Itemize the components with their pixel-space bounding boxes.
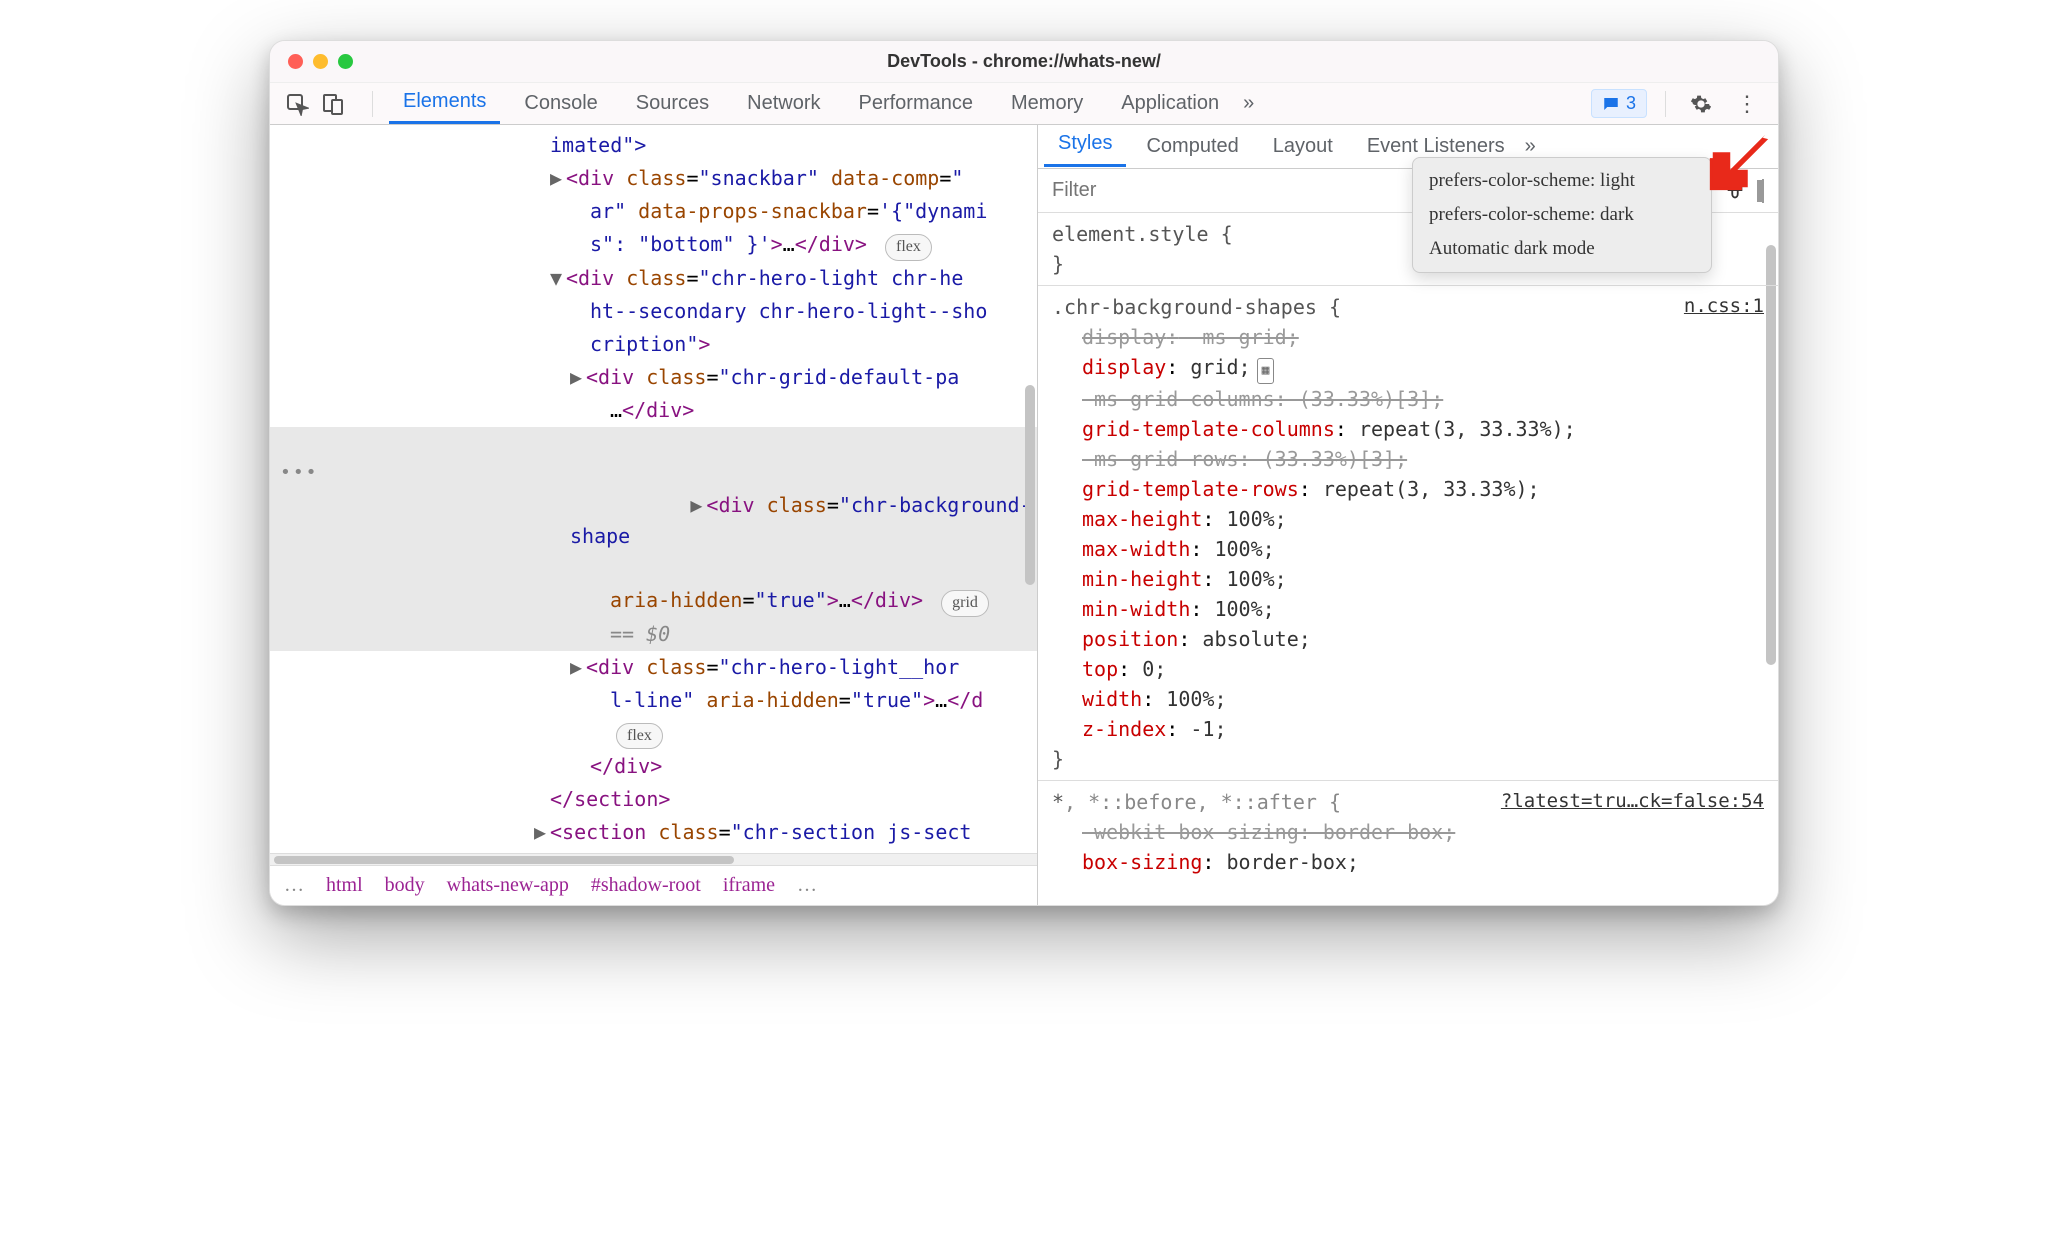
css-prop[interactable]: grid-template-columns: repeat(3, 33.33%)… [1052, 414, 1764, 444]
divider [1665, 91, 1666, 117]
dom-close-section: </section> [550, 787, 670, 811]
titlebar: DevTools - chrome://whats-new/ [270, 41, 1778, 83]
css-prop[interactable]: z-index: -1; [1052, 714, 1764, 744]
rule-close: } [1052, 744, 1764, 774]
styles-filter-input[interactable] [1052, 179, 1332, 202]
issues-count: 3 [1626, 93, 1636, 114]
main-tabbar: Elements Console Sources Network Perform… [270, 83, 1778, 125]
styles-tab-styles[interactable]: Styles [1044, 126, 1126, 167]
breadcrumb: … html body whats-new-app #shadow-root i… [270, 865, 1037, 905]
css-prop[interactable]: box-sizing: border-box; [1052, 847, 1764, 877]
breadcrumb-item[interactable]: #shadow-root [591, 874, 701, 897]
breadcrumb-item[interactable]: html [326, 874, 363, 897]
issues-icon [1602, 95, 1620, 113]
window-title: DevTools - chrome://whats-new/ [270, 51, 1778, 72]
css-prop[interactable]: min-height: 100%; [1052, 564, 1764, 594]
rule-background-shapes: .chr-background-shapes { n.css:1 display… [1038, 286, 1778, 781]
tab-memory[interactable]: Memory [997, 86, 1097, 121]
devtools-window: DevTools - chrome://whats-new/ Elements … [269, 40, 1779, 906]
breadcrumb-item[interactable]: body [385, 874, 425, 897]
css-prop[interactable]: width: 100%; [1052, 684, 1764, 714]
tab-application[interactable]: Application [1107, 86, 1233, 121]
rendering-emulations-popup: prefers-color-scheme: light prefers-colo… [1412, 157, 1712, 273]
elements-panel: imated"> ▶<div class="snackbar" data-com… [270, 125, 1038, 905]
css-prop[interactable]: -ms-grid-columns: (33.33%)[3]; [1052, 384, 1764, 414]
css-prop[interactable]: -ms-grid-rows: (33.33%)[3]; [1052, 444, 1764, 474]
flex-badge[interactable]: flex [885, 234, 932, 261]
grid-badge[interactable]: grid [941, 590, 989, 617]
css-prop[interactable]: max-width: 100%; [1052, 534, 1764, 564]
device-toolbar-icon[interactable] [320, 91, 346, 117]
css-prop[interactable]: min-width: 100%; [1052, 594, 1764, 624]
minimize-window-button[interactable] [313, 54, 328, 69]
css-prop[interactable]: top: 0; [1052, 654, 1764, 684]
breadcrumb-right-more[interactable]: … [797, 874, 817, 897]
popup-item-auto-dark[interactable]: Automatic dark mode [1413, 232, 1711, 266]
popup-item-dark[interactable]: prefers-color-scheme: dark [1413, 198, 1711, 232]
styles-tab-layout[interactable]: Layout [1259, 129, 1347, 164]
css-prop[interactable]: grid-template-rows: repeat(3, 33.33%); [1052, 474, 1764, 504]
tab-sources[interactable]: Sources [622, 86, 723, 121]
tab-performance[interactable]: Performance [845, 86, 988, 121]
tab-console[interactable]: Console [510, 86, 611, 121]
styles-tab-computed[interactable]: Computed [1132, 129, 1252, 164]
kebab-menu-icon[interactable]: ⋮ [1730, 91, 1764, 117]
css-prop[interactable]: display: -ms-grid; [1052, 322, 1764, 352]
selector-text[interactable]: .chr-background-shapes { [1052, 295, 1341, 319]
panes: imated"> ▶<div class="snackbar" data-com… [270, 125, 1778, 905]
breadcrumb-left-more[interactable]: … [284, 874, 304, 897]
popup-item-light[interactable]: prefers-color-scheme: light [1413, 164, 1711, 198]
tab-network[interactable]: Network [733, 86, 834, 121]
styles-rules[interactable]: element.style { } .chr-background-shapes… [1038, 213, 1778, 905]
dom-close-div: </div> [590, 754, 662, 778]
divider [372, 91, 373, 117]
grid-editor-icon[interactable]: ▦ [1257, 358, 1275, 384]
selected-dom-node[interactable]: ••• ▶<div class="chr-background-shape [270, 427, 1037, 584]
issues-badge[interactable]: 3 [1591, 89, 1647, 118]
css-prop[interactable]: -webkit-box-sizing: border-box; [1052, 817, 1764, 847]
styles-panel: Styles Computed Layout Event Listeners »… [1038, 125, 1778, 905]
breadcrumb-item[interactable]: iframe [723, 874, 775, 897]
maximize-window-button[interactable] [338, 54, 353, 69]
inspect-tools [284, 91, 346, 117]
stylesheet-link[interactable]: ?latest=tru…ck=false:54 [1501, 787, 1764, 816]
more-tabs-button[interactable]: » [1243, 92, 1254, 115]
selector-text[interactable]: *, *::before, *::after { [1052, 790, 1341, 814]
eq0-marker: == $0 [610, 622, 670, 646]
flex-badge[interactable]: flex [616, 723, 663, 750]
dom-text: imated"> [550, 133, 646, 157]
css-prop[interactable]: position: absolute; [1052, 624, 1764, 654]
annotation-arrow-icon [1704, 126, 1774, 196]
close-window-button[interactable] [288, 54, 303, 69]
css-prop[interactable]: max-height: 100%; [1052, 504, 1764, 534]
css-prop[interactable]: display: grid;▦ [1052, 352, 1764, 384]
inspect-element-icon[interactable] [284, 91, 310, 117]
breadcrumb-item[interactable]: whats-new-app [447, 874, 569, 897]
rule-universal: *, *::before, *::after { ?latest=tru…ck=… [1038, 781, 1778, 883]
right-tools: 3 ⋮ [1591, 89, 1764, 118]
styles-more-tabs[interactable]: » [1525, 135, 1536, 158]
stylesheet-link[interactable]: n.css:1 [1684, 292, 1764, 321]
dom-scrollbar[interactable] [1025, 385, 1035, 585]
settings-gear-icon[interactable] [1684, 93, 1718, 115]
traffic-lights [270, 54, 353, 69]
dom-tree[interactable]: imated"> ▶<div class="snackbar" data-com… [270, 125, 1037, 853]
selected-gutter-icon: ••• [280, 459, 319, 487]
tab-elements[interactable]: Elements [389, 84, 500, 124]
dom-scrollbar-h[interactable] [270, 853, 1037, 865]
